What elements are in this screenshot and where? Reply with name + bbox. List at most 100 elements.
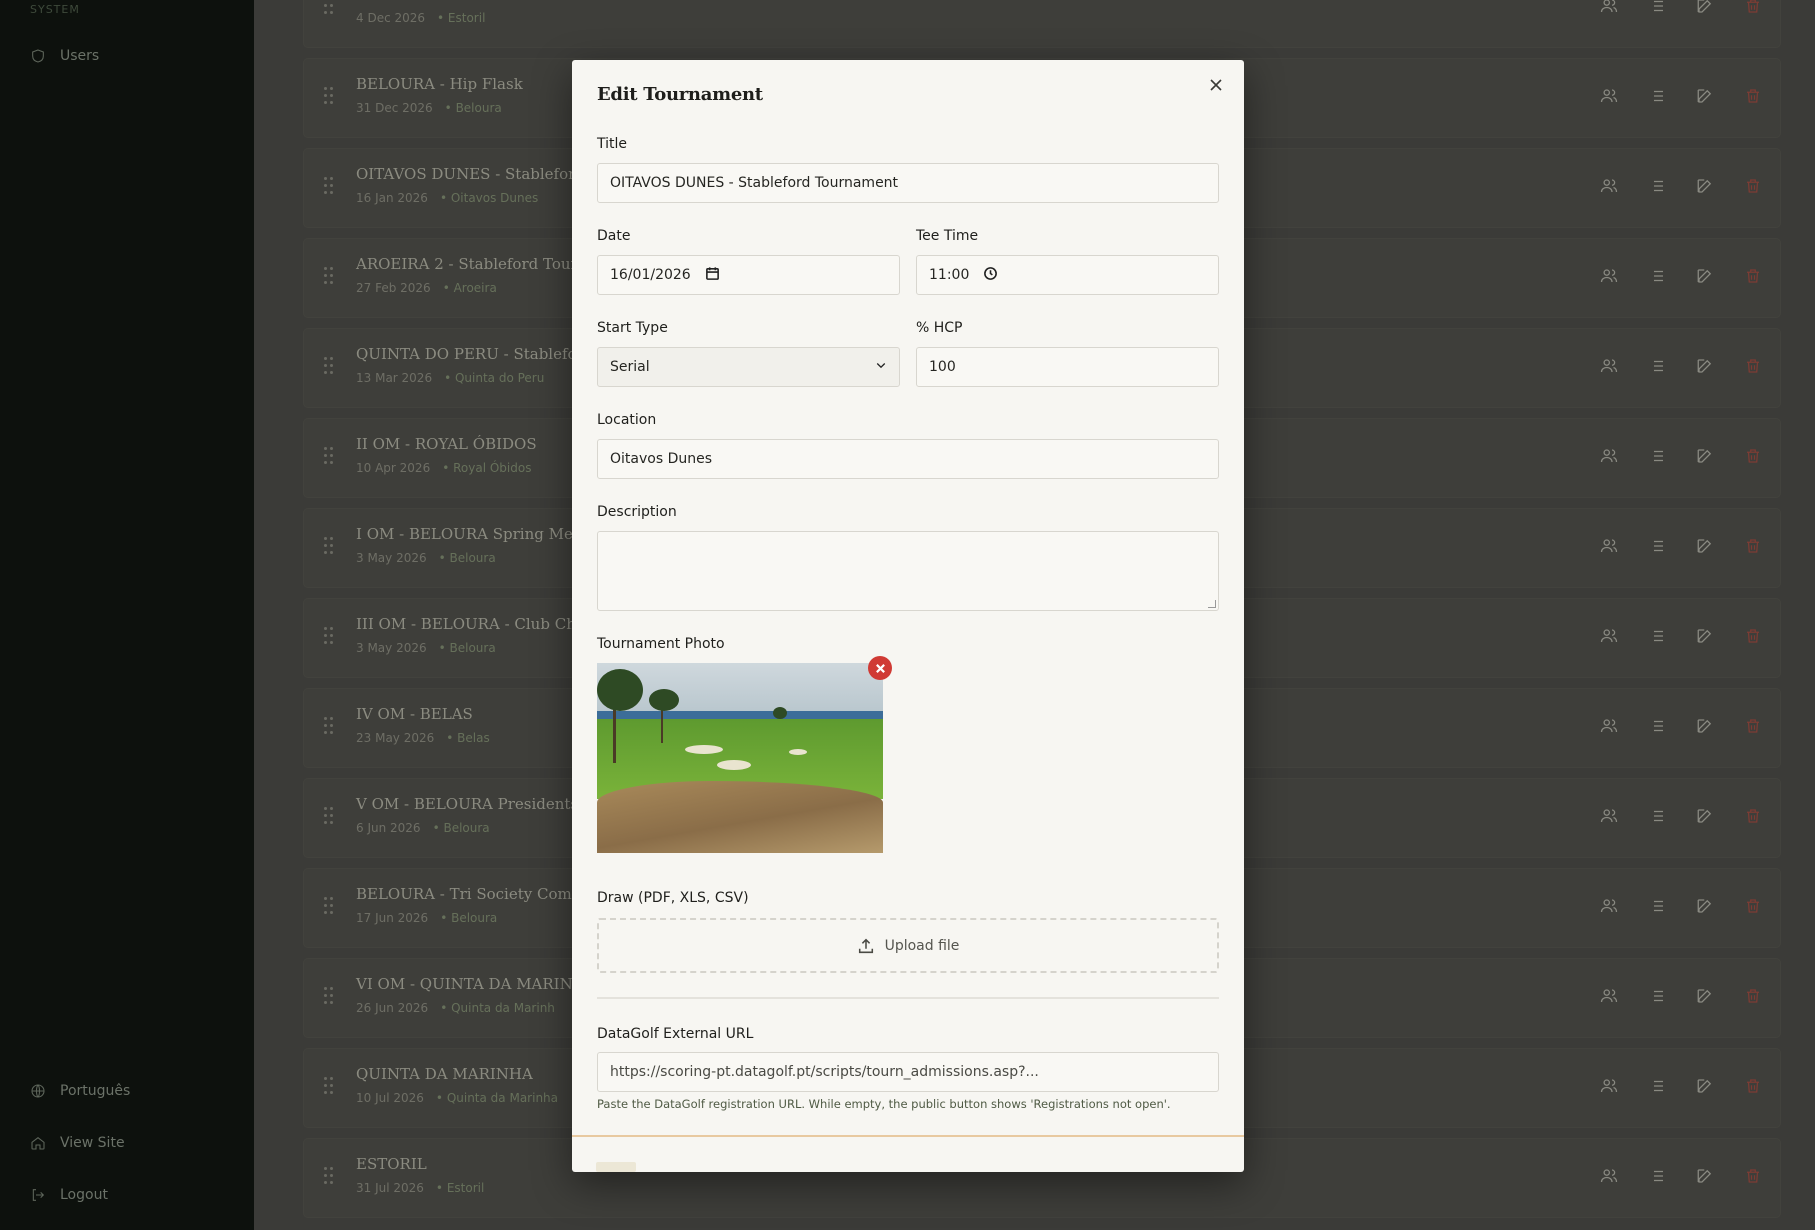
clock-icon[interactable] (983, 266, 998, 285)
datagolf-url-input[interactable]: https://scoring-pt.datagolf.pt/scripts/t… (597, 1052, 1219, 1092)
list-button[interactable] (1648, 357, 1666, 379)
start-type-select[interactable]: Serial (597, 347, 900, 387)
drag-handle-icon[interactable] (324, 1077, 334, 1095)
edit-button[interactable] (1696, 897, 1714, 919)
trash-button[interactable] (1744, 87, 1762, 109)
drag-handle-icon[interactable] (324, 627, 334, 645)
participants-button[interactable] (1600, 1077, 1618, 1099)
trash-button[interactable] (1744, 717, 1762, 739)
drag-handle-icon[interactable] (324, 717, 334, 735)
list-button[interactable] (1648, 897, 1666, 919)
sidebar-item-users[interactable]: Users (30, 48, 99, 64)
close-button[interactable] (1206, 75, 1226, 95)
edit-button[interactable] (1696, 0, 1714, 19)
edit-button[interactable] (1696, 87, 1714, 109)
list-button[interactable] (1648, 0, 1666, 19)
upload-file-button[interactable]: Upload file (597, 918, 1219, 973)
participants-button[interactable] (1600, 357, 1618, 379)
drag-handle-icon[interactable] (324, 897, 334, 915)
edit-button[interactable] (1696, 537, 1714, 559)
list-icon (1651, 0, 1663, 12)
edit-button[interactable] (1696, 1167, 1714, 1189)
edit-button[interactable] (1696, 1077, 1714, 1099)
drag-handle-icon[interactable] (324, 177, 334, 195)
participants-button[interactable] (1600, 627, 1618, 649)
trash-button[interactable] (1744, 177, 1762, 199)
list-button[interactable] (1648, 987, 1666, 1009)
trash-icon (1747, 179, 1759, 193)
tee-time-input[interactable]: 11:00 (916, 255, 1219, 295)
remove-photo-button[interactable] (868, 656, 892, 680)
participants-button[interactable] (1600, 537, 1618, 559)
participants-button[interactable] (1600, 807, 1618, 829)
list-button[interactable] (1648, 267, 1666, 289)
tournament-meta: 13 Mar 2026 • Quinta do Peru (356, 371, 544, 385)
drag-handle-icon[interactable] (324, 0, 334, 15)
list-button[interactable] (1648, 537, 1666, 559)
start-type-label: Start Type (597, 320, 668, 336)
participants-button[interactable] (1600, 267, 1618, 289)
drag-handle-icon[interactable] (324, 267, 334, 285)
sidebar-item-view-site[interactable]: View Site (30, 1135, 125, 1151)
resize-handle[interactable] (1208, 600, 1216, 608)
list-button[interactable] (1648, 87, 1666, 109)
drag-handle-icon[interactable] (324, 87, 334, 105)
participants-button[interactable] (1600, 0, 1618, 19)
row-actions (1600, 177, 1762, 199)
edit-button[interactable] (1696, 717, 1714, 739)
edit-icon (1697, 809, 1712, 823)
tournament-row[interactable]: 4 Dec 2026 • Estoril (304, 0, 1780, 47)
trash-button[interactable] (1744, 0, 1762, 19)
trash-button[interactable] (1744, 537, 1762, 559)
trash-button[interactable] (1744, 267, 1762, 289)
list-button[interactable] (1648, 807, 1666, 829)
tournament-title: V OM - BELOURA Presidents Pu (356, 795, 603, 813)
title-input[interactable]: OITAVOS DUNES - Stableford Tournament (597, 163, 1219, 203)
participants-button[interactable] (1600, 447, 1618, 469)
edit-button[interactable] (1696, 177, 1714, 199)
calendar-icon[interactable] (705, 266, 720, 285)
edit-button[interactable] (1696, 447, 1714, 469)
participants-button[interactable] (1600, 1167, 1618, 1189)
description-label: Description (597, 504, 677, 520)
list-button[interactable] (1648, 717, 1666, 739)
trash-button[interactable] (1744, 447, 1762, 469)
edit-button[interactable] (1696, 357, 1714, 379)
drag-handle-icon[interactable] (324, 1167, 334, 1185)
description-textarea[interactable] (597, 531, 1219, 611)
participants-button[interactable] (1600, 987, 1618, 1009)
list-button[interactable] (1648, 1167, 1666, 1189)
trash-button[interactable] (1744, 627, 1762, 649)
edit-button[interactable] (1696, 987, 1714, 1009)
trash-button[interactable] (1744, 987, 1762, 1009)
participants-button[interactable] (1600, 177, 1618, 199)
participants-button[interactable] (1600, 717, 1618, 739)
participants-button[interactable] (1600, 897, 1618, 919)
trash-button[interactable] (1744, 897, 1762, 919)
list-button[interactable] (1648, 627, 1666, 649)
hcp-input[interactable]: 100 (916, 347, 1219, 387)
location-input[interactable]: Oitavos Dunes (597, 439, 1219, 479)
date-input[interactable]: 16/01/2026 (597, 255, 900, 295)
edit-button[interactable] (1696, 627, 1714, 649)
drag-handle-icon[interactable] (324, 447, 334, 465)
sidebar-item-logout[interactable]: Logout (30, 1187, 108, 1203)
trash-button[interactable] (1744, 1077, 1762, 1099)
participants-button[interactable] (1600, 87, 1618, 109)
tournament-title: VI OM - QUINTA DA MARINHA (356, 975, 597, 993)
edit-button[interactable] (1696, 807, 1714, 829)
trash-button[interactable] (1744, 807, 1762, 829)
list-button[interactable] (1648, 1077, 1666, 1099)
list-button[interactable] (1648, 177, 1666, 199)
row-actions (1600, 627, 1762, 649)
tournament-location: • Royal Óbidos (442, 461, 532, 475)
trash-button[interactable] (1744, 357, 1762, 379)
drag-handle-icon[interactable] (324, 807, 334, 825)
drag-handle-icon[interactable] (324, 357, 334, 375)
edit-button[interactable] (1696, 267, 1714, 289)
drag-handle-icon[interactable] (324, 987, 334, 1005)
drag-handle-icon[interactable] (324, 537, 334, 555)
trash-button[interactable] (1744, 1167, 1762, 1189)
sidebar-item-language[interactable]: Português (30, 1083, 130, 1099)
list-button[interactable] (1648, 447, 1666, 469)
